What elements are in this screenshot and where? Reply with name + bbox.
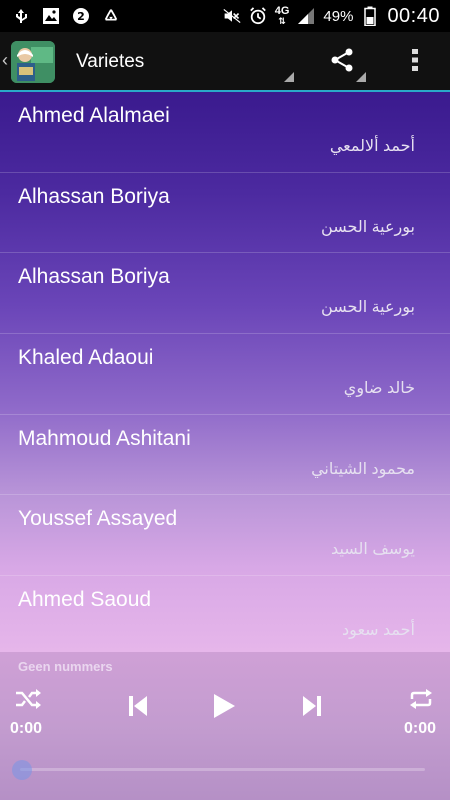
reciter-name-arabic: أحمد ألالمعي — [329, 138, 415, 155]
share-icon — [329, 47, 355, 78]
list-item[interactable]: Ahmed Alalmaei أحمد ألالمعي — [0, 92, 450, 173]
list-item[interactable]: Alhassan Boriya بورعية الحسن — [0, 173, 450, 254]
app-logo[interactable] — [11, 41, 55, 83]
reciter-name-arabic: خالد ضاوي — [343, 380, 415, 398]
reciter-name: Ahmed Alalmaei — [18, 104, 170, 127]
play-button[interactable] — [208, 692, 240, 724]
list-item[interactable]: Alhassan Boriya بورعية الحسن — [0, 253, 450, 335]
repeat-icon — [408, 688, 434, 715]
previous-button[interactable] — [124, 694, 152, 722]
overflow-menu-icon — [411, 47, 419, 78]
recycle-icon — [102, 7, 120, 25]
next-button[interactable] — [298, 694, 326, 722]
repeat-button[interactable] — [406, 688, 436, 714]
reciter-name: Youssef Assayed — [18, 507, 178, 531]
battery-percent: 49% — [323, 7, 354, 25]
reciter-name: Alhassan Boriya — [18, 265, 170, 289]
shuffle-button[interactable] — [12, 688, 44, 714]
list-item[interactable]: Khaled Adaoui خالد ضاوي — [0, 334, 450, 415]
reciter-name-arabic: يوسف السيد — [331, 541, 415, 559]
reciter-name-arabic: بورعية الحسن — [321, 218, 415, 236]
list-item[interactable]: Mahmoud Ashitani محمود الشيتاني — [0, 415, 450, 496]
seek-bar[interactable] — [20, 768, 425, 771]
status-bar: 2 4G ⇅ 49% 00:40 — [0, 0, 450, 32]
network-type: 4G ⇅ — [274, 5, 290, 27]
reciter-name: Alhassan Boriya — [18, 184, 170, 208]
opera-icon: 2 — [72, 7, 90, 25]
elapsed-time: 0:00 — [10, 720, 43, 737]
svg-text:2: 2 — [77, 10, 85, 23]
seek-thumb[interactable] — [12, 760, 32, 780]
signal-icon — [297, 7, 315, 25]
usb-icon — [12, 7, 30, 25]
total-duration: 0:00 — [404, 720, 437, 737]
mute-icon — [223, 7, 241, 25]
reciter-name-arabic: أحمد سعود — [342, 622, 415, 640]
title-dropdown-indicator — [284, 72, 294, 82]
clock: 00:40 — [387, 4, 440, 27]
play-icon — [212, 693, 236, 724]
back-chevron-icon[interactable]: ‹ — [2, 50, 8, 71]
battery-icon — [361, 6, 379, 26]
media-player: Geen nummers 0:00 0:00 — [0, 652, 450, 800]
skip-next-icon — [302, 695, 322, 722]
alarm-icon — [249, 7, 267, 25]
reciter-name: Ahmed Saoud — [18, 588, 152, 612]
now-playing-title: Geen nummers — [18, 659, 113, 674]
overflow-menu-button[interactable] — [400, 44, 430, 80]
image-icon — [42, 7, 60, 25]
skip-previous-icon — [128, 695, 148, 722]
shuffle-icon — [14, 688, 42, 715]
reciter-name-arabic: بورعية الحسن — [321, 299, 415, 317]
action-bar — [0, 32, 450, 90]
reciter-name-arabic: محمود الشيتاني — [311, 460, 415, 478]
page-title: Varietes — [76, 51, 145, 72]
reciter-name: Khaled Adaoui — [18, 346, 154, 370]
list-item[interactable]: Youssef Assayed يوسف السيد — [0, 495, 450, 577]
share-submenu-indicator — [356, 72, 366, 82]
list-item[interactable]: Ahmed Saoud أحمد سعود — [0, 576, 450, 652]
reciter-list: Ahmed Alalmaei أحمد ألالمعي Alhassan Bor… — [0, 92, 450, 652]
reciter-name: Mahmoud Ashitani — [18, 426, 191, 450]
